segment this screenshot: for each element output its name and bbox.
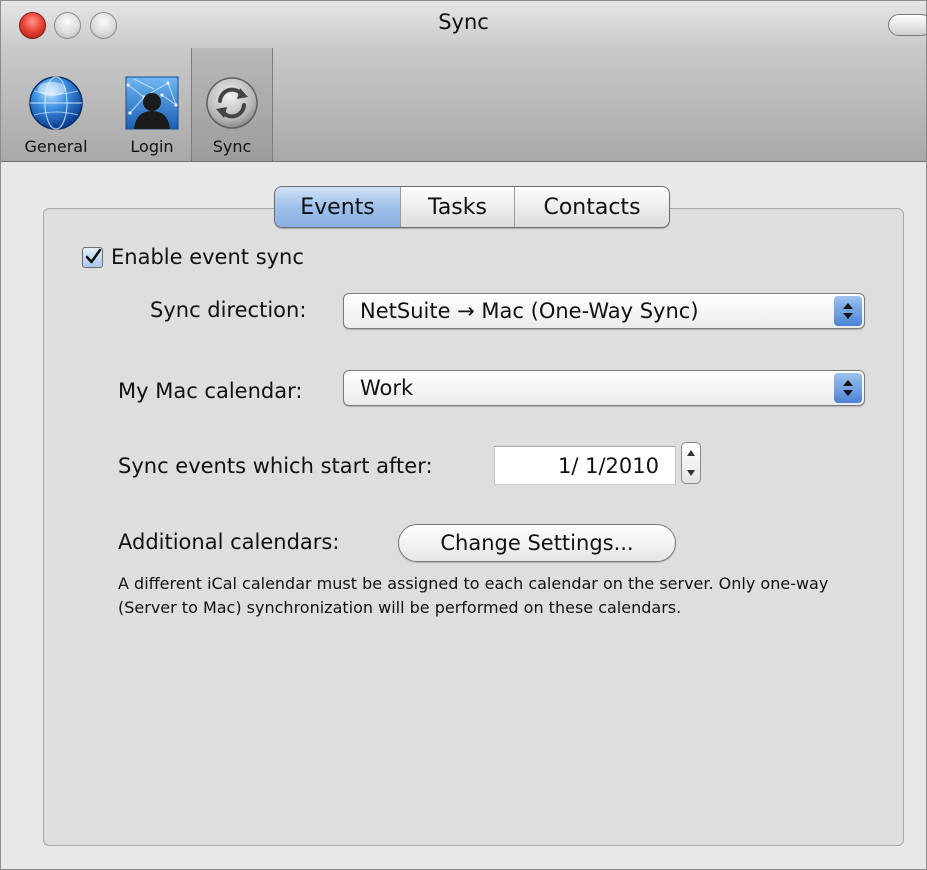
toolbar-item-sync[interactable]: Sync — [191, 48, 273, 161]
globe-icon — [29, 76, 83, 130]
toolbar-label-general: General — [24, 137, 88, 156]
my-mac-calendar-value: Work — [360, 376, 414, 400]
tab-contacts[interactable]: Contacts — [514, 187, 669, 227]
title-toolbar-bar[interactable]: Sync General Login Sync — [1, 1, 926, 162]
additional-calendars-help-text: A different iCal calendar must be assign… — [118, 574, 829, 617]
sync-direction-value: NetSuite → Mac (One-Way Sync) — [360, 299, 699, 323]
enable-event-sync-row: Enable event sync — [82, 245, 304, 269]
toolbar-item-login[interactable]: Login — [113, 48, 191, 161]
popup-arrows-icon — [834, 296, 862, 326]
enable-event-sync-checkbox[interactable] — [82, 246, 103, 268]
preferences-window: Sync General Login Sync Events Tasks Con… — [0, 0, 927, 870]
tab-tasks[interactable]: Tasks — [400, 187, 514, 227]
toolbar-label-login: Login — [130, 137, 174, 156]
sync-direction-popup[interactable]: NetSuite → Mac (One-Way Sync) — [343, 293, 865, 329]
checkmark-icon — [85, 248, 101, 264]
tab-events[interactable]: Events — [275, 187, 400, 227]
toolbar-label-sync: Sync — [212, 137, 252, 156]
preferences-content: Events Tasks Contacts Enable event sync … — [1, 162, 926, 869]
popup-arrows-icon — [834, 373, 862, 403]
additional-calendars-label: Additional calendars: — [118, 530, 340, 554]
stepper-arrows-icon — [687, 450, 695, 476]
date-stepper[interactable] — [681, 442, 701, 484]
tab-bar: Events Tasks Contacts — [274, 186, 670, 228]
my-mac-calendar-label: My Mac calendar: — [118, 379, 303, 403]
change-settings-button[interactable]: Change Settings... — [398, 524, 676, 562]
toolbar-item-general[interactable]: General — [1, 48, 111, 161]
window-title: Sync — [438, 10, 489, 34]
user-network-icon — [125, 76, 179, 130]
enable-event-sync-label: Enable event sync — [111, 245, 304, 269]
my-mac-calendar-popup[interactable]: Work — [343, 370, 865, 406]
start-after-label: Sync events which start after: — [118, 454, 433, 478]
sync-direction-label: Sync direction: — [150, 298, 307, 322]
start-after-date-field[interactable]: 1/ 1/2010 — [494, 446, 676, 485]
toolbar-toggle-button[interactable] — [888, 14, 926, 36]
sync-icon — [206, 77, 258, 129]
